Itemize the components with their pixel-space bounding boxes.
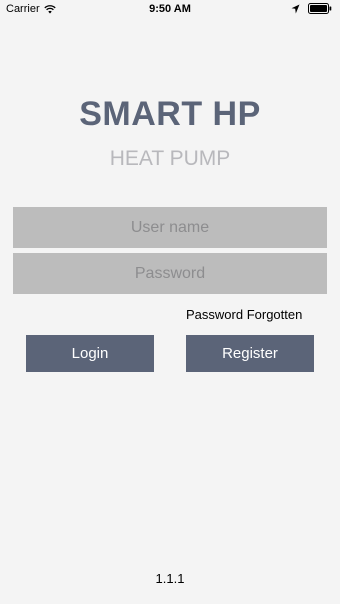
status-right-icons bbox=[291, 3, 332, 14]
app-version: 1.1.1 bbox=[155, 571, 185, 586]
status-bar: Carrier 9:50 AM bbox=[0, 0, 340, 18]
password-forgotten-link[interactable]: Password Forgotten bbox=[186, 307, 302, 322]
login-button[interactable]: Login bbox=[26, 335, 154, 372]
app-title: SMART HP bbox=[79, 95, 261, 133]
status-time: 9:50 AM bbox=[149, 3, 191, 15]
register-button[interactable]: Register bbox=[186, 335, 314, 372]
location-arrow-icon bbox=[291, 4, 300, 14]
username-input[interactable] bbox=[13, 207, 327, 248]
password-input[interactable] bbox=[13, 253, 327, 294]
battery-icon bbox=[308, 3, 332, 14]
app-subtitle: HEAT PUMP bbox=[109, 147, 231, 170]
